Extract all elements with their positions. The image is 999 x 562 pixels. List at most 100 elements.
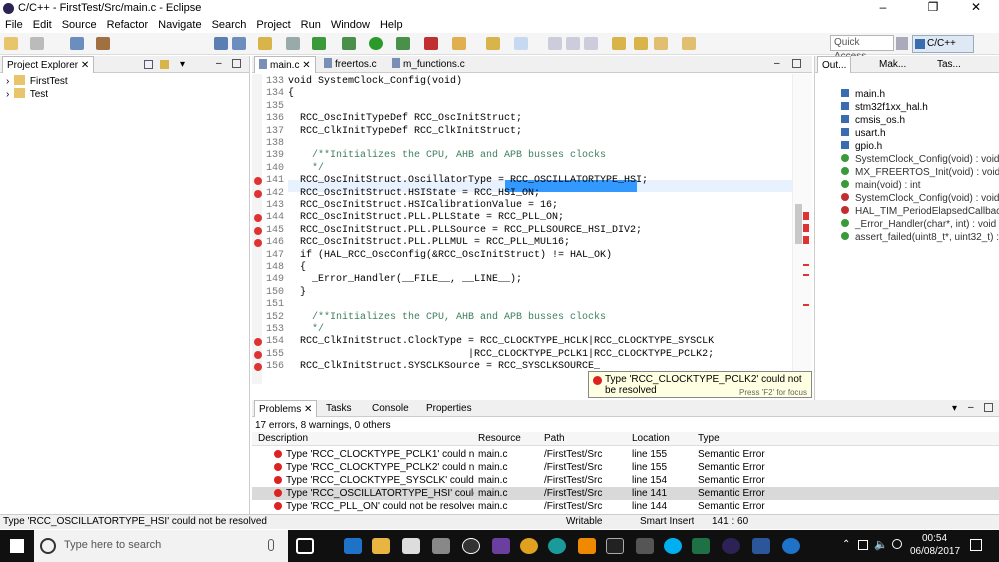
outline-item[interactable]: assert_failed(uint8_t*, uint32_t) : void <box>841 232 999 243</box>
clock-date[interactable]: 06/08/2017 <box>910 546 960 557</box>
chrome-icon[interactable] <box>520 538 538 554</box>
arduino-icon[interactable] <box>548 538 566 554</box>
calculator-icon[interactable] <box>636 538 654 554</box>
skype-icon[interactable] <box>664 538 682 554</box>
error-gutter-icon[interactable] <box>254 239 262 248</box>
back-arrow-icon[interactable] <box>654 37 668 50</box>
problem-row[interactable]: Type 'RCC_CLOCKTYPE_PCLK2' could not be m… <box>252 461 999 474</box>
stop-icon[interactable] <box>424 37 438 50</box>
code-line[interactable]: { <box>288 88 294 99</box>
code-line[interactable]: */ <box>288 324 324 335</box>
menu-navigate[interactable]: Navigate <box>153 17 206 33</box>
quick-access-field[interactable]: Quick Access <box>830 35 894 62</box>
language-icon[interactable] <box>892 539 902 549</box>
chevron-right-icon[interactable]: › <box>6 89 9 100</box>
collapse-all-icon[interactable] <box>144 60 153 69</box>
overview-ruler[interactable] <box>792 74 812 384</box>
outline-item[interactable]: gpio.h <box>841 141 882 152</box>
warning-marker[interactable] <box>803 274 809 276</box>
minimize-button[interactable]: – <box>860 0 906 17</box>
search-tool-icon[interactable] <box>486 37 500 50</box>
new-project-icon[interactable] <box>232 37 246 50</box>
annotation-icon[interactable] <box>612 37 626 50</box>
outline-item[interactable]: HAL_TIM_PeriodElapsedCallback(TIM <box>841 206 999 217</box>
column-type[interactable]: Type <box>698 433 720 444</box>
code-line[interactable]: RCC_OscInitTypeDef RCC_OscInitStruct; <box>288 113 522 124</box>
code-line[interactable]: RCC_OscInitStruct.PLL.PLLMUL = RCC_PLL_M… <box>288 237 570 248</box>
problem-row[interactable]: Type 'RCC_PLL_ON' could not be resolved m… <box>252 500 999 513</box>
help-icon[interactable] <box>782 538 800 554</box>
open-folder-icon[interactable] <box>452 37 466 50</box>
tray-chevron-icon[interactable]: ⌃ <box>842 539 850 550</box>
toggle-icon[interactable] <box>548 37 562 50</box>
taskbar-search-box[interactable]: Type here to search <box>34 530 288 562</box>
prev-annotation-icon[interactable] <box>634 37 648 50</box>
code-line[interactable]: RCC_OscInitStruct.OscillatorType = RCC_O… <box>288 175 648 186</box>
tree-item-firsttest[interactable]: › FirstTest <box>6 75 68 87</box>
code-line[interactable]: |RCC_CLOCKTYPE_PCLK1|RCC_CLOCKTYPE_PCLK2… <box>288 349 714 360</box>
warning-marker[interactable] <box>803 264 809 266</box>
microphone-icon[interactable] <box>268 539 274 551</box>
tab-main-c[interactable]: main.c ✕ <box>254 56 316 73</box>
menu-file[interactable]: File <box>0 17 28 33</box>
error-gutter-icon[interactable] <box>254 189 262 198</box>
notifications-icon[interactable] <box>970 539 982 551</box>
code-line[interactable]: /**Initializes the CPU, AHB and APB buss… <box>288 150 606 161</box>
maximize-button[interactable]: ❐ <box>910 0 956 17</box>
volume-icon[interactable]: 🔈 <box>874 538 888 551</box>
new-file-icon[interactable] <box>286 37 300 50</box>
tab-properties[interactable]: Properties <box>422 400 476 417</box>
edge-icon[interactable] <box>344 538 362 554</box>
code-line[interactable]: RCC_OscInitStruct.HSIState = RCC_HSI_ON; <box>288 188 540 199</box>
open-perspective-icon[interactable] <box>896 37 908 50</box>
code-line[interactable]: } <box>288 287 306 298</box>
link-editor-icon[interactable] <box>160 60 169 69</box>
file-explorer-icon[interactable] <box>372 538 390 554</box>
windows-start-icon[interactable] <box>10 539 24 553</box>
column-description[interactable]: Description <box>258 433 308 444</box>
save-icon[interactable] <box>30 37 44 50</box>
outline-item[interactable]: MX_FREERTOS_Init(void) : void <box>841 167 999 178</box>
hammer-icon[interactable] <box>96 37 110 50</box>
menu-search[interactable]: Search <box>207 17 252 33</box>
outline-item[interactable]: stm32f1xx_hal.h <box>841 102 928 113</box>
build-icon[interactable] <box>70 37 84 50</box>
code-line[interactable]: void SystemClock_Config(void) <box>288 76 462 87</box>
perspective-button[interactable]: C/C++ <box>912 35 974 53</box>
scrollbar-thumb[interactable] <box>795 204 802 244</box>
outline-item[interactable]: main(void) : int <box>841 180 921 191</box>
code-line[interactable]: */ <box>288 163 324 174</box>
tab-project-explorer[interactable]: Project Explorer ✕ <box>2 56 95 73</box>
error-gutter-icon[interactable] <box>254 338 262 347</box>
highlight-icon[interactable] <box>514 37 528 50</box>
error-gutter-icon[interactable] <box>254 363 262 372</box>
tab-outline[interactable]: Out... <box>817 56 852 73</box>
tab-console[interactable]: Console <box>368 400 413 417</box>
view-menu-icon[interactable]: ▾ <box>180 59 185 70</box>
menu-help[interactable]: Help <box>375 17 408 33</box>
chevron-right-icon[interactable]: › <box>6 76 9 87</box>
excel-icon[interactable] <box>692 538 710 554</box>
minimize-view-icon[interactable]: – <box>968 402 974 413</box>
block-icon[interactable] <box>584 37 598 50</box>
bug-icon[interactable] <box>342 37 356 50</box>
code-line[interactable]: RCC_OscInitStruct.PLL.PLLState = RCC_PLL… <box>288 212 564 223</box>
tab-freertos-c[interactable]: freertos.c <box>320 56 381 73</box>
maximize-view-icon[interactable] <box>792 59 801 68</box>
column-location[interactable]: Location <box>632 433 670 444</box>
problem-row[interactable]: Type 'RCC_OSCILLATORTYPE_HSI' could not m… <box>252 487 999 500</box>
tab-make-targets[interactable]: Mak... <box>875 56 910 73</box>
menu-project[interactable]: Project <box>251 17 295 33</box>
outline-item[interactable]: usart.h <box>841 128 886 139</box>
close-button[interactable]: ✕ <box>953 0 999 17</box>
visual-studio-icon[interactable] <box>492 538 510 554</box>
outline-item[interactable]: SystemClock_Config(void) : void <box>841 193 999 204</box>
task-view-icon[interactable] <box>296 538 314 554</box>
code-line[interactable]: RCC_OscInitStruct.HSICalibrationValue = … <box>288 200 558 211</box>
view-menu-icon[interactable]: ▾ <box>952 403 957 414</box>
error-marker[interactable] <box>803 236 809 244</box>
minimize-view-icon[interactable]: – <box>216 58 222 69</box>
new-icon[interactable] <box>4 37 18 50</box>
minimize-view-icon[interactable]: – <box>774 58 780 69</box>
maximize-view-icon[interactable] <box>232 59 241 68</box>
